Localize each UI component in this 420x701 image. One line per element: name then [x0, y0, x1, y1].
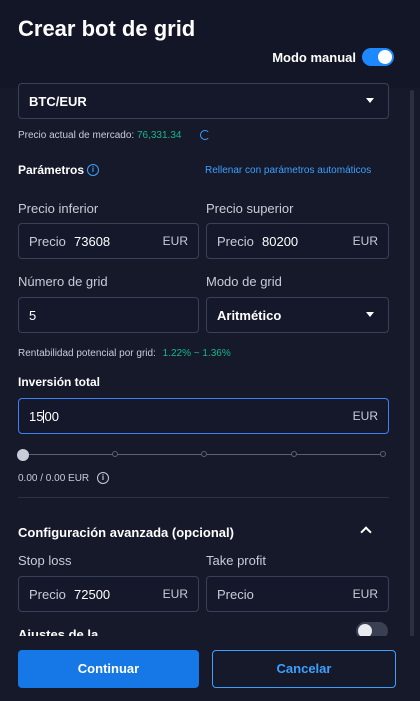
market-price-label: Precio actual de mercado:	[18, 130, 135, 141]
chevron-up-icon[interactable]	[360, 526, 372, 538]
grid-mode-value: Aritmético	[217, 308, 282, 323]
stop-loss-input[interactable]: Precio 72500 EUR	[18, 576, 199, 612]
profit-value: 1.22% ~ 1.36%	[162, 348, 231, 359]
chevron-down-icon	[366, 312, 374, 317]
grid-mode-label: Modo de grid	[206, 274, 282, 289]
slider-step-25[interactable]	[112, 451, 118, 457]
take-profit-label: Take profit	[206, 553, 266, 568]
toggle-knob	[378, 50, 392, 64]
upper-price-label: Precio superior	[206, 201, 294, 216]
take-profit-prefix: Precio	[217, 587, 254, 602]
take-profit-unit: EUR	[352, 587, 378, 601]
manual-mode-toggle[interactable]	[362, 48, 394, 66]
investment-input[interactable]: 1500 EUR	[18, 398, 389, 434]
info-icon[interactable]: i	[97, 472, 109, 484]
lower-price-input[interactable]: Precio 73608 EUR	[18, 223, 199, 259]
stop-loss-unit: EUR	[162, 587, 188, 601]
grid-mode-select[interactable]: Aritmético	[206, 297, 389, 333]
pair-select[interactable]: BTC/EUR	[18, 83, 389, 119]
chevron-down-icon	[366, 98, 374, 103]
market-price-row: Precio actual de mercado: 76,331.34	[18, 130, 181, 141]
lower-price-prefix: Precio	[29, 234, 66, 249]
lower-price-unit: EUR	[162, 234, 188, 248]
stop-loss-prefix: Precio	[29, 587, 66, 602]
header	[0, 0, 420, 88]
investment-balance: 0.00 / 0.00 EUR	[18, 473, 90, 484]
upper-price-unit: EUR	[352, 234, 378, 248]
section-divider	[18, 497, 389, 498]
lower-price-label: Precio inferior	[18, 201, 99, 216]
manual-mode-label: Modo manual	[272, 50, 356, 65]
lower-price-value: 73608	[74, 234, 111, 249]
take-profit-input[interactable]: Precio EUR	[206, 576, 389, 612]
scrollbar[interactable]	[410, 90, 414, 650]
slider-step-75[interactable]	[291, 451, 297, 457]
grid-count-input[interactable]: 5	[18, 297, 199, 333]
refresh-icon[interactable]	[200, 130, 210, 140]
slider-step-100[interactable]	[380, 451, 386, 457]
page-title: Crear bot de grid	[18, 16, 196, 41]
advanced-section-title: Configuración avanzada (opcional)	[18, 525, 234, 540]
autofill-link[interactable]: Rellenar con parámetros automáticos	[205, 165, 371, 176]
stop-loss-value: 72500	[74, 587, 111, 602]
continue-button[interactable]: Continuar	[18, 650, 199, 688]
stop-loss-label: Stop loss	[18, 553, 72, 568]
investment-label: Inversión total	[18, 375, 101, 389]
grid-count-label: Número de grid	[18, 274, 108, 289]
market-price-value: 76,331.34	[136, 130, 182, 141]
profit-label: Rentabilidad potencial por grid:	[18, 348, 156, 359]
pair-value: BTC/EUR	[29, 94, 87, 109]
slider-step-50[interactable]	[201, 451, 207, 457]
upper-price-prefix: Precio	[217, 234, 254, 249]
upper-price-value: 80200	[262, 234, 299, 249]
investment-value-before-cursor: 15	[29, 409, 44, 424]
params-label: Parámetros	[18, 163, 85, 177]
info-icon[interactable]: i	[87, 164, 99, 176]
profit-row: Rentabilidad potencial por grid: 1.22% ~…	[18, 348, 231, 359]
upper-price-input[interactable]: Precio 80200 EUR	[206, 223, 389, 259]
investment-slider-handle[interactable]	[17, 449, 29, 461]
grid-count-value: 5	[29, 308, 37, 323]
investment-value: 1500	[29, 409, 59, 424]
cancel-button[interactable]: Cancelar	[212, 650, 396, 688]
investment-value-after-cursor: 00	[44, 409, 59, 424]
investment-unit: EUR	[352, 409, 378, 423]
